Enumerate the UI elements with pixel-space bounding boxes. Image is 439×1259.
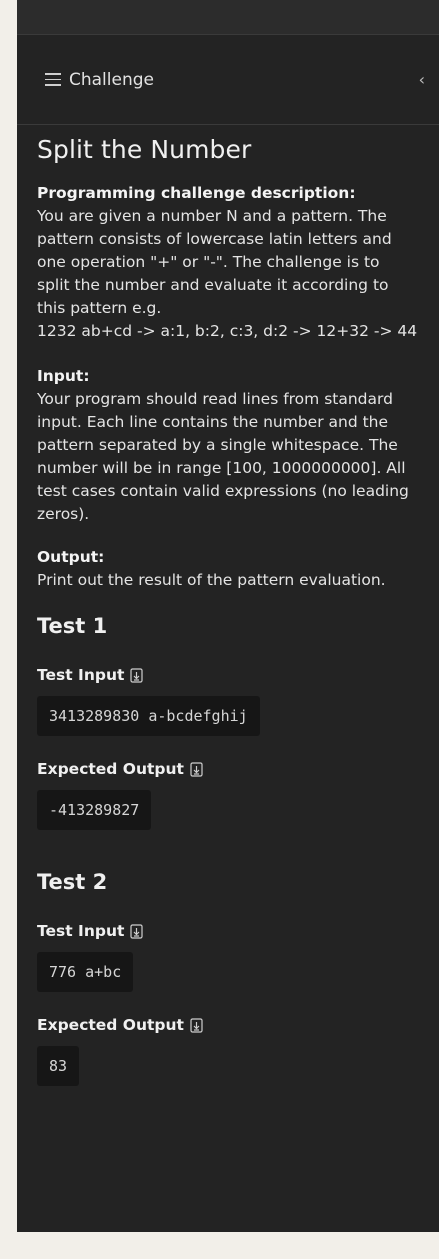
input-line: Your program should read lines from stan… — [37, 390, 393, 408]
expected-output-label: Expected Output — [37, 1016, 184, 1034]
input-line: number will be in range [100, 1000000000… — [37, 459, 406, 477]
description-line: You are given a number N and a pattern. … — [37, 207, 387, 225]
description-line: this pattern e.g. — [37, 299, 162, 317]
challenge-content: Split the Number Programming challenge d… — [17, 125, 439, 1110]
input-line: pattern separated by a single whitespace… — [37, 436, 398, 454]
expected-output-label: Expected Output — [37, 760, 184, 778]
description-text: You are given a number N and a pattern. … — [37, 205, 419, 343]
expected-output-code: -413289827 — [37, 790, 152, 830]
header-left: Challenge — [45, 70, 154, 90]
input-line: input. Each line contains the number and… — [37, 413, 389, 431]
input-label: Input: — [37, 367, 90, 385]
description-example: 1232 ab+cd -> a:1, b:2, c:3, d:2 -> 12+3… — [37, 322, 418, 340]
input-line: zeros). — [37, 505, 90, 523]
test-2-output-heading: Expected Output — [37, 1016, 419, 1034]
description-line: pattern consists of lowercase latin lett… — [37, 230, 392, 248]
list-icon — [45, 73, 61, 86]
test-input-code: 776 a+bc — [37, 952, 134, 992]
input-section: Input: Your program should read lines fr… — [37, 365, 419, 526]
input-line: test cases contain valid expressions (no… — [37, 482, 409, 500]
description-line: split the number and evaluate it accordi… — [37, 276, 389, 294]
challenge-title: Split the Number — [37, 135, 252, 164]
description-section: Programming challenge description: You a… — [37, 182, 419, 343]
test-2-input-heading: Test Input — [37, 922, 419, 940]
output-text: Print out the result of the pattern eval… — [37, 571, 386, 589]
challenge-panel: Challenge ‹ Split the Number Programming… — [17, 0, 439, 1232]
test-input-label: Test Input — [37, 666, 125, 684]
chevron-left-icon[interactable]: ‹ — [419, 70, 425, 89]
description-line: one operation "+" or "-". The challenge … — [37, 253, 380, 271]
top-bar — [17, 0, 439, 35]
output-section: Output: Print out the result of the patt… — [37, 546, 419, 592]
download-file-icon[interactable] — [190, 761, 203, 777]
test-input-code: 3413289830 a-bcdefghij — [37, 696, 260, 736]
test-1-title: Test 1 — [37, 614, 108, 638]
description-label: Programming challenge description: — [37, 184, 356, 202]
download-file-icon[interactable] — [190, 1017, 203, 1033]
test-2-title: Test 2 — [37, 870, 108, 894]
expected-output-code: 83 — [37, 1046, 80, 1086]
download-file-icon[interactable] — [130, 923, 144, 939]
test-1-input-heading: Test Input — [37, 666, 419, 684]
test-input-label: Test Input — [37, 922, 125, 940]
header-title: Challenge — [69, 69, 154, 90]
challenge-header: Challenge ‹ — [17, 35, 439, 125]
input-text: Your program should read lines from stan… — [37, 388, 419, 526]
output-label: Output: — [37, 548, 105, 566]
download-file-icon[interactable] — [130, 667, 144, 683]
test-1-output-heading: Expected Output — [37, 760, 419, 778]
